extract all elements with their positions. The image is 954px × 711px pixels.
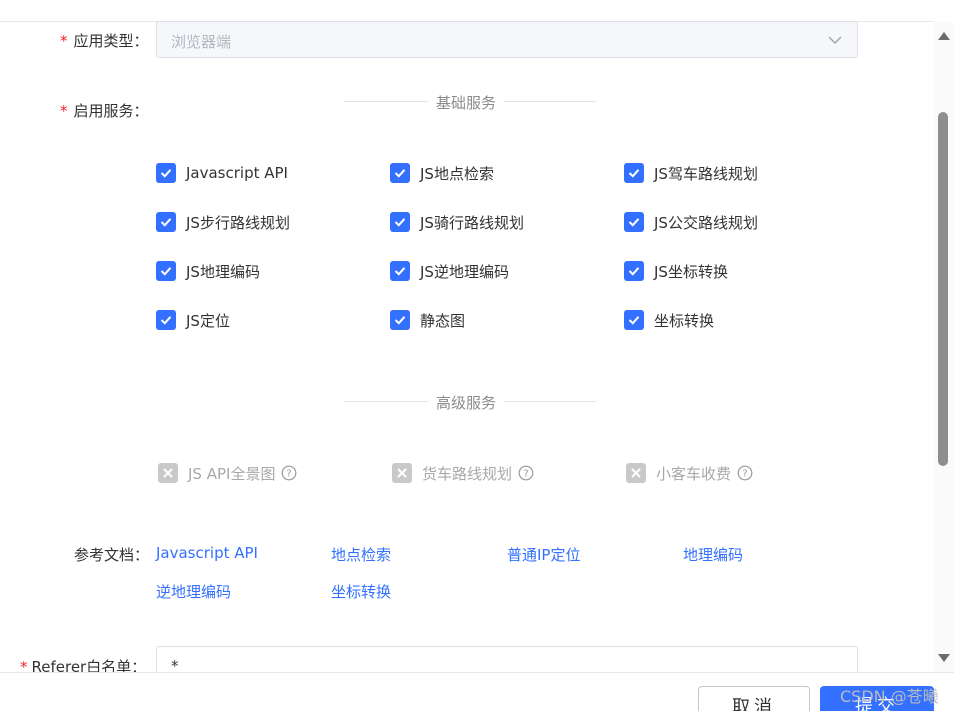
checkbox-disabled-icon — [626, 463, 646, 483]
doc-link-javascript-api[interactable]: Javascript API — [156, 544, 258, 562]
doc-link-place-search[interactable]: 地点检索 — [331, 544, 391, 565]
basic-services-title: 基础服务 — [428, 92, 505, 113]
checkbox-js-geocoding[interactable]: JS地理编码 — [156, 260, 260, 282]
doc-link-ip-location[interactable]: 普通IP定位 — [507, 544, 580, 565]
app-type-value: 浏览器端 — [171, 33, 232, 51]
checkbox-js-transit-route[interactable]: JS公交路线规划 — [624, 211, 758, 233]
services-label: * 启用服务： — [60, 102, 149, 120]
checkbox-checked-icon — [390, 163, 410, 183]
checkbox-js-driving-route[interactable]: JS驾车路线规划 — [624, 162, 758, 184]
checkbox-truck-route: 货车路线规划 ? — [392, 462, 534, 484]
cancel-button[interactable]: 取消 — [698, 686, 810, 711]
scrollbar-thumb[interactable] — [938, 112, 948, 466]
advanced-services-title: 高级服务 — [428, 392, 505, 413]
scrollbar[interactable] — [934, 22, 954, 672]
svg-text:?: ? — [287, 469, 292, 480]
checkbox-javascript-api[interactable]: Javascript API — [156, 162, 288, 184]
help-icon[interactable]: ? — [737, 465, 753, 481]
checkbox-checked-icon — [624, 212, 644, 232]
checkbox-car-toll: 小客车收费 ? — [626, 462, 753, 484]
required-asterisk: * — [60, 102, 68, 120]
checkbox-checked-icon — [156, 163, 176, 183]
checkbox-disabled-icon — [392, 463, 412, 483]
checkbox-disabled-icon — [158, 463, 178, 483]
dialog-footer: 取消 提交 CSDN @苍曦 — [0, 672, 954, 711]
checkbox-js-coord-convert[interactable]: JS坐标转换 — [624, 260, 728, 282]
checkbox-js-reverse-geocoding[interactable]: JS逆地理编码 — [390, 260, 509, 282]
checkbox-checked-icon — [624, 261, 644, 281]
checkbox-checked-icon — [624, 163, 644, 183]
checkbox-checked-icon — [156, 310, 176, 330]
doc-link-reverse-geocoding[interactable]: 逆地理编码 — [156, 581, 231, 602]
checkbox-checked-icon — [390, 261, 410, 281]
scroll-up-arrow-icon[interactable] — [938, 32, 950, 40]
svg-text:?: ? — [523, 469, 528, 480]
app-type-select[interactable]: 浏览器端 — [156, 21, 858, 58]
app-type-label: * 应用类型： — [60, 32, 149, 50]
checkbox-js-riding-route[interactable]: JS骑行路线规划 — [390, 211, 524, 233]
doc-link-geocoding[interactable]: 地理编码 — [683, 544, 743, 565]
checkbox-checked-icon — [390, 310, 410, 330]
dialog-top-edge — [0, 0, 934, 22]
watermark: CSDN @苍曦 — [840, 687, 939, 706]
svg-text:?: ? — [742, 469, 747, 480]
help-icon[interactable]: ? — [281, 465, 297, 481]
checkbox-js-place-search[interactable]: JS地点检索 — [390, 162, 494, 184]
checkbox-checked-icon — [156, 212, 176, 232]
checkbox-coord-convert[interactable]: 坐标转换 — [624, 309, 714, 331]
checkbox-js-api-panorama: JS API全景图 ? — [158, 462, 297, 484]
scroll-down-arrow-icon[interactable] — [938, 654, 950, 662]
help-icon[interactable]: ? — [518, 465, 534, 481]
checkbox-checked-icon — [390, 212, 410, 232]
checkbox-static-map[interactable]: 静态图 — [390, 309, 465, 331]
doc-link-coord-convert[interactable]: 坐标转换 — [331, 581, 391, 602]
required-asterisk: * — [60, 32, 68, 50]
chevron-down-icon — [828, 36, 842, 44]
checkbox-checked-icon — [156, 261, 176, 281]
checkbox-checked-icon — [624, 310, 644, 330]
checkbox-js-location[interactable]: JS定位 — [156, 309, 230, 331]
checkbox-js-walking-route[interactable]: JS步行路线规划 — [156, 211, 290, 233]
docs-label: 参考文档： — [74, 546, 150, 564]
